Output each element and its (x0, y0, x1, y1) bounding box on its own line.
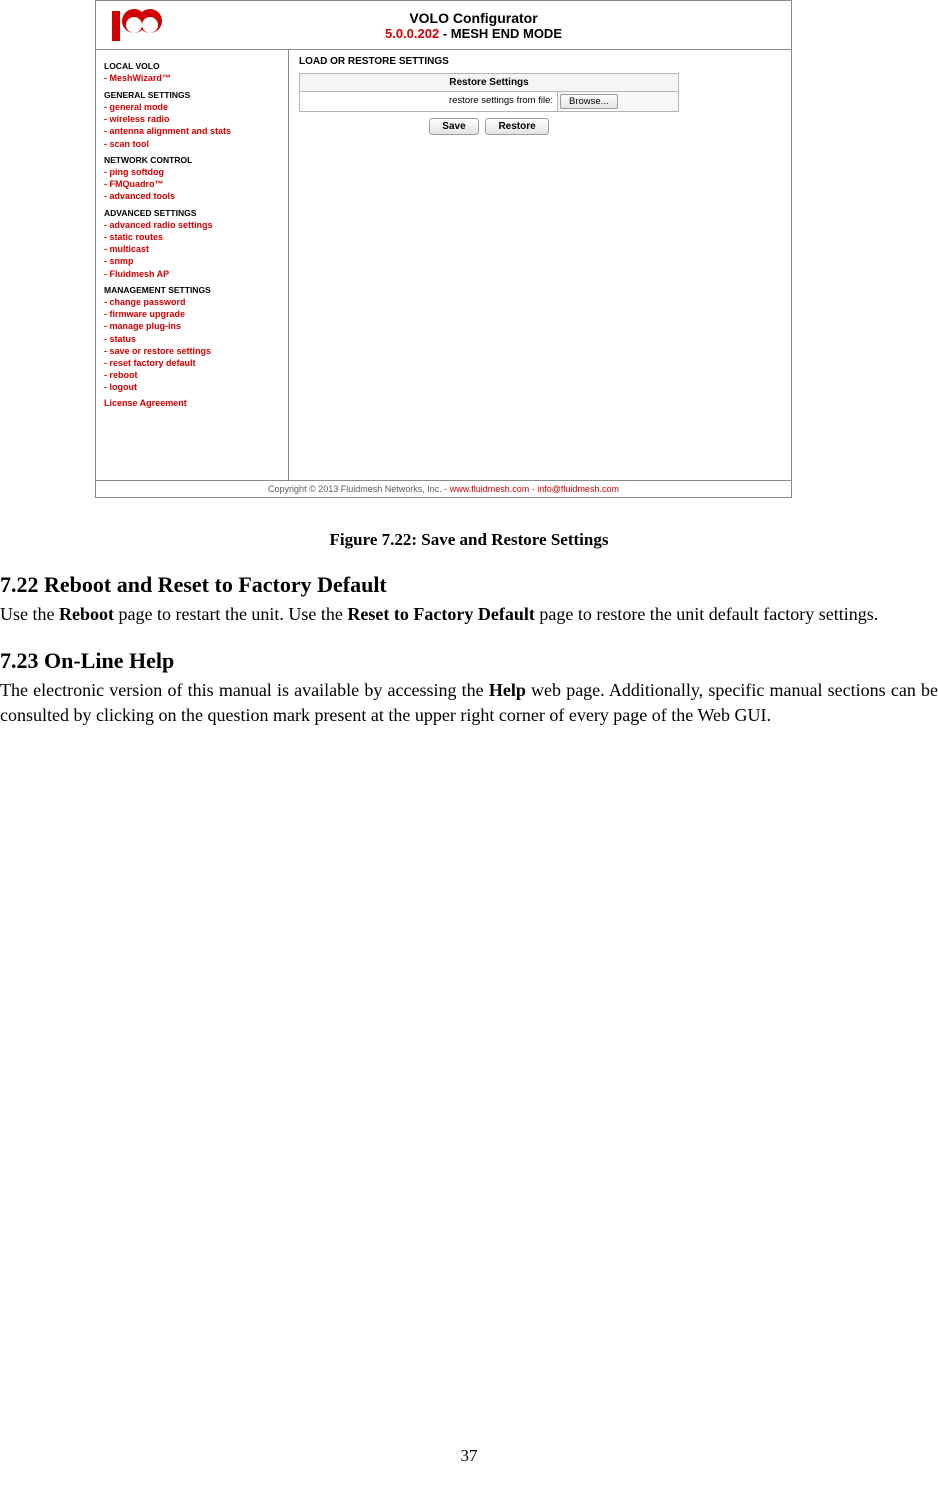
heading-7-22: 7.22 Reboot and Reset to Factory Default (0, 572, 938, 598)
restore-panel: Restore Settings restore settings from f… (299, 73, 679, 112)
sidebar-item[interactable]: - manage plug-ins (104, 320, 284, 332)
t: page to restore the unit default factory… (535, 604, 878, 624)
panel-header: Restore Settings (299, 73, 679, 92)
footer-link-site[interactable]: www.fluidmesh.com (450, 484, 530, 494)
sidebar-item[interactable]: - firmware upgrade (104, 308, 284, 320)
b: Help (489, 680, 526, 700)
sidebar-item[interactable]: - scan tool (104, 138, 284, 150)
sidebar-item[interactable]: - multicast (104, 243, 284, 255)
sidebar-section-header: MANAGEMENT SETTINGS (104, 285, 284, 296)
sidebar-item[interactable]: - save or restore settings (104, 345, 284, 357)
b: Reset to Factory Default (347, 604, 534, 624)
sidebar-item[interactable]: - advanced radio settings (104, 219, 284, 231)
title-line2: 5.0.0.202 - MESH END MODE (166, 26, 781, 41)
sidebar-item[interactable]: - antenna alignment and stats (104, 125, 284, 137)
para-7-23: The electronic version of this manual is… (0, 678, 938, 727)
file-picker[interactable]: Browse... (557, 92, 678, 111)
sidebar-item[interactable]: - Fluidmesh AP (104, 268, 284, 280)
sidebar-item[interactable]: - static routes (104, 231, 284, 243)
sidebar-section-header: NETWORK CONTROL (104, 155, 284, 166)
sidebar-item-license[interactable]: License Agreement (104, 397, 284, 409)
para-7-22: Use the Reboot page to restart the unit.… (0, 602, 938, 626)
footer: Copyright © 2013 Fluidmesh Networks, Inc… (96, 480, 791, 497)
configurator-screenshot: VOLO Configurator 5.0.0.202 - MESH END M… (95, 0, 792, 498)
sidebar: LOCAL VOLO- MeshWizard™GENERAL SETTINGS-… (96, 50, 289, 480)
topbar: VOLO Configurator 5.0.0.202 - MESH END M… (96, 1, 791, 50)
sidebar-section-header: LOCAL VOLO (104, 61, 284, 72)
t: page to restart the unit. Use the (114, 604, 347, 624)
sidebar-item[interactable]: - wireless radio (104, 113, 284, 125)
t: Use the (0, 604, 59, 624)
sidebar-item[interactable]: - ping softdog (104, 166, 284, 178)
file-row-label: restore settings from file: (300, 92, 557, 111)
restore-button[interactable]: Restore (485, 118, 548, 135)
sidebar-item[interactable]: - MeshWizard™ (104, 72, 284, 84)
file-row: restore settings from file: Browse... (299, 92, 679, 112)
footer-link-mail[interactable]: info@fluidmesh.com (537, 484, 619, 494)
section-title: LOAD OR RESTORE SETTINGS (299, 56, 781, 67)
sidebar-item[interactable]: - reset factory default (104, 357, 284, 369)
mode-sep: - (439, 26, 451, 41)
copyright-text: Copyright © 2013 Fluidmesh Networks, Inc… (268, 484, 450, 494)
sidebar-item[interactable]: - status (104, 333, 284, 345)
sidebar-item[interactable]: - logout (104, 381, 284, 393)
sidebar-item[interactable]: - change password (104, 296, 284, 308)
mode: MESH END MODE (451, 26, 562, 41)
app-title: VOLO Configurator 5.0.0.202 - MESH END M… (166, 10, 781, 41)
sidebar-item[interactable]: - general mode (104, 101, 284, 113)
title-line1: VOLO Configurator (166, 10, 781, 26)
heading-7-23: 7.23 On-Line Help (0, 648, 938, 674)
page-number: 37 (0, 1446, 938, 1466)
version: 5.0.0.202 (385, 26, 439, 41)
sidebar-item[interactable]: - advanced tools (104, 190, 284, 202)
sidebar-section-header: ADVANCED SETTINGS (104, 208, 284, 219)
sidebar-item[interactable]: - snmp (104, 255, 284, 267)
button-row: Save Restore (299, 118, 679, 135)
sidebar-section-header: GENERAL SETTINGS (104, 90, 284, 101)
figure-caption: Figure 7.22: Save and Restore Settings (0, 530, 938, 550)
main-content: LOAD OR RESTORE SETTINGS Restore Setting… (289, 50, 791, 480)
fluidmesh-logo-icon (106, 5, 166, 45)
sidebar-item[interactable]: - FMQuadro™ (104, 178, 284, 190)
b: Reboot (59, 604, 114, 624)
t: The electronic version of this manual is… (0, 680, 489, 700)
save-button[interactable]: Save (429, 118, 478, 135)
browse-button[interactable]: Browse... (560, 94, 618, 109)
sidebar-item[interactable]: - reboot (104, 369, 284, 381)
